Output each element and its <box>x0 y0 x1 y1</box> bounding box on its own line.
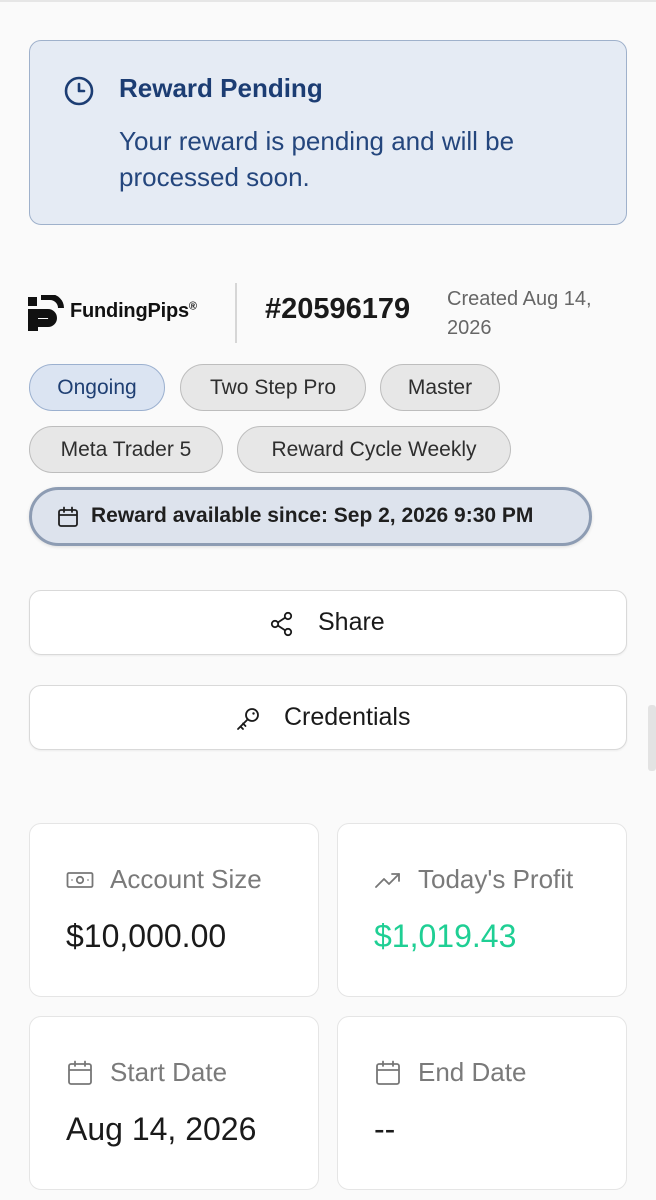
badge-reward-cycle: Reward Cycle Weekly <box>237 426 511 473</box>
trend-up-icon <box>375 873 400 888</box>
scrollbar[interactable] <box>648 705 656 771</box>
start-date-card: Start Date Aug 14, 2026 <box>29 1016 319 1190</box>
status-badge-ongoing: Ongoing <box>29 364 165 411</box>
reward-availability-text: Reward available since: Sep 2, 2026 9:30… <box>91 504 534 527</box>
share-button[interactable]: Share <box>29 590 627 655</box>
brand-name: FundingPips® <box>70 300 197 322</box>
account-size-value: $10,000.00 <box>66 918 227 954</box>
calendar-icon <box>68 1060 92 1085</box>
calendar-icon <box>376 1060 400 1085</box>
fundingpips-logo <box>28 295 64 331</box>
alert-message: Your reward is pending and will be proce… <box>119 126 515 192</box>
share-icon <box>270 611 293 637</box>
calendar-icon <box>58 506 78 527</box>
todays-profit-value: $1,019.43 <box>374 918 517 954</box>
header-divider <box>235 283 237 343</box>
created-date: Created Aug 14, 2026 <box>447 288 592 339</box>
reward-pending-alert: Reward Pending Your reward is pending an… <box>29 40 627 225</box>
todays-profit-card: Today's Profit $1,019.43 <box>337 823 627 997</box>
start-date-value: Aug 14, 2026 <box>66 1111 257 1147</box>
end-date-card: End Date -- <box>337 1016 627 1190</box>
badge-platform: Meta Trader 5 <box>29 426 223 473</box>
end-date-value: -- <box>374 1111 396 1147</box>
credentials-button[interactable]: Credentials <box>29 685 627 750</box>
account-size-label: Account Size <box>110 864 262 894</box>
end-date-label: End Date <box>418 1057 527 1087</box>
clock-icon <box>64 76 94 106</box>
reward-availability-badge: Reward available since: Sep 2, 2026 9:30… <box>29 487 592 546</box>
alert-title: Reward Pending <box>119 73 323 103</box>
credentials-button-label: Credentials <box>284 703 411 731</box>
account-id: #20596179 <box>265 293 411 325</box>
badge-two-step-pro: Two Step Pro <box>180 364 366 411</box>
start-date-label: Start Date <box>110 1057 228 1087</box>
todays-profit-label: Today's Profit <box>418 864 574 894</box>
account-size-card: Account Size $10,000.00 <box>29 823 319 997</box>
banknote-icon <box>66 872 94 888</box>
key-icon <box>237 708 259 730</box>
share-button-label: Share <box>318 608 385 636</box>
badge-master: Master <box>380 364 500 411</box>
top-divider <box>0 0 656 2</box>
